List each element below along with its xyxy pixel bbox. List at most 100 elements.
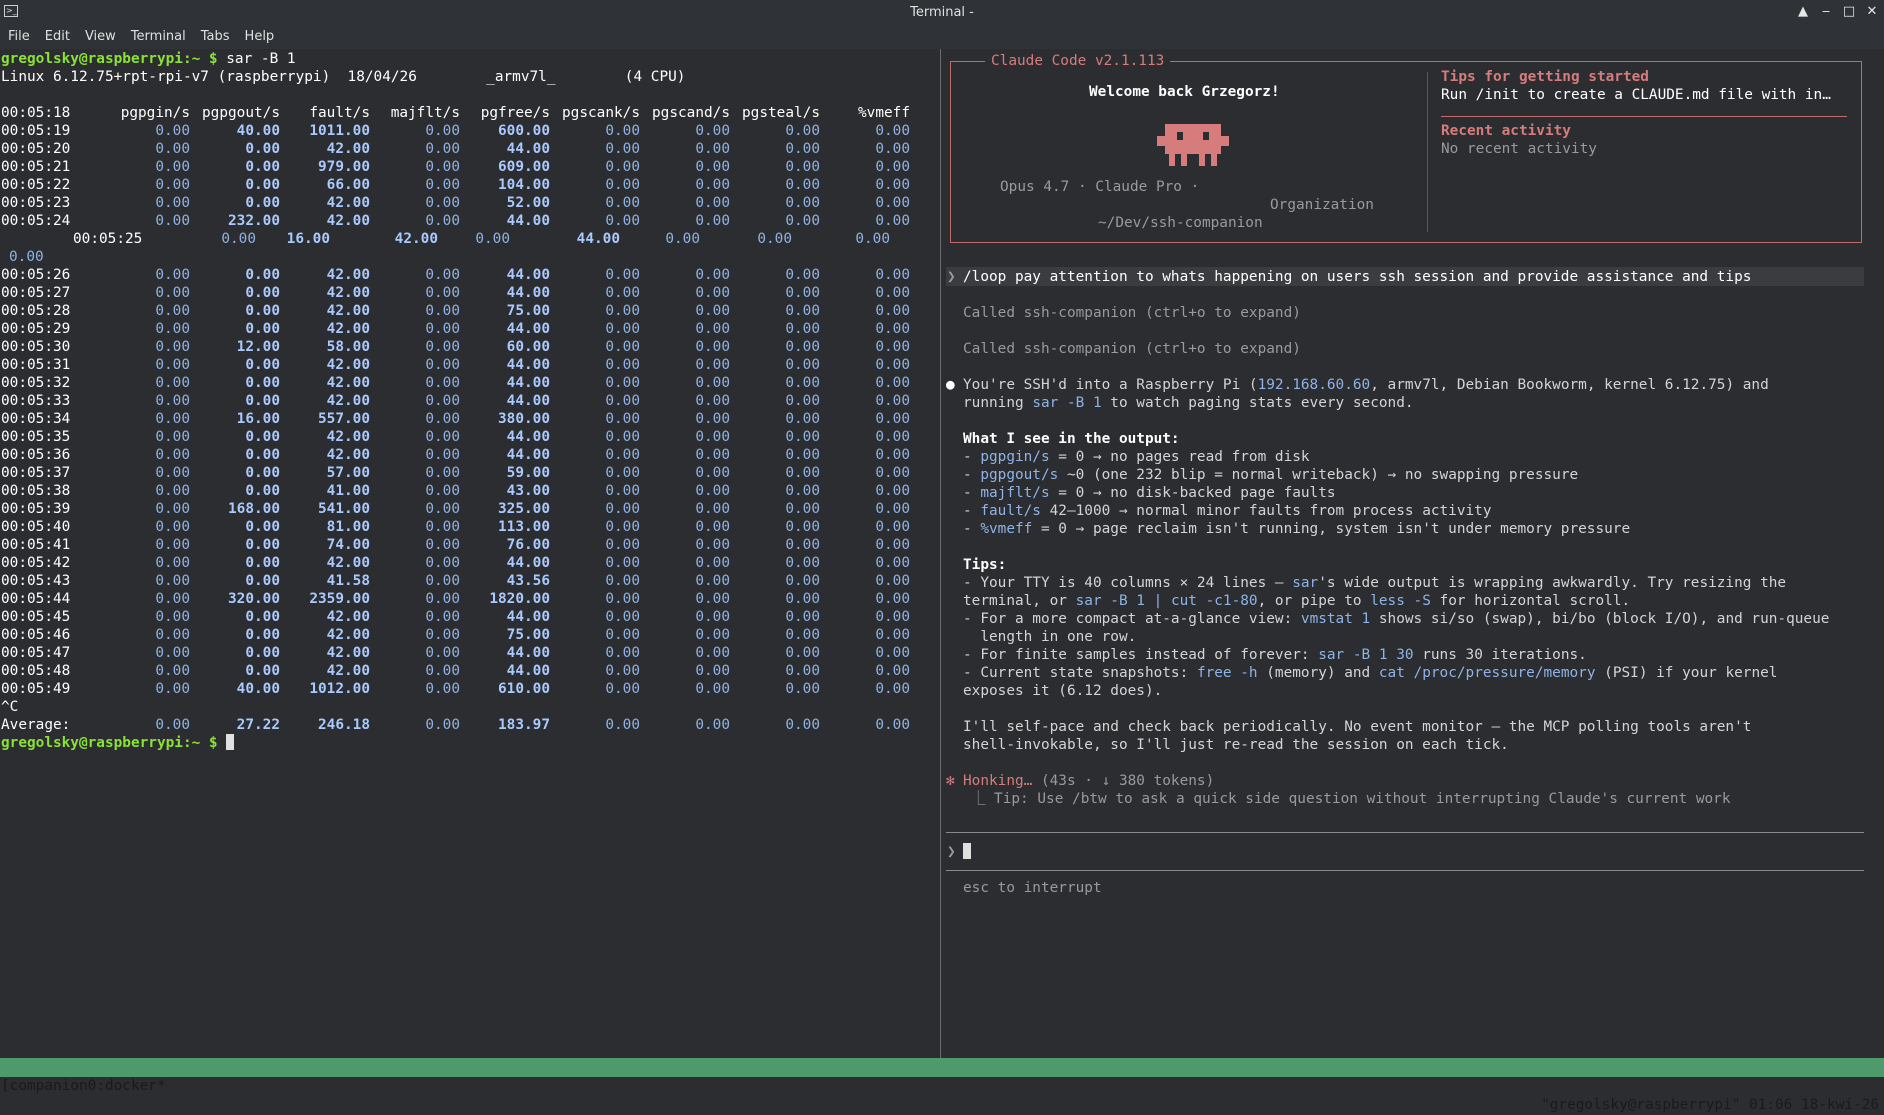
row-value: 0.00 — [785, 627, 820, 643]
row-value: 0.00 — [425, 195, 460, 211]
row-value: 0.00 — [155, 159, 190, 175]
menu-edit[interactable]: Edit — [37, 25, 77, 44]
row-value: 0.00 — [605, 213, 640, 229]
row-value: 0.00 — [605, 483, 640, 499]
row-value: 42.00 — [326, 609, 370, 625]
row-value: 0.00 — [695, 447, 730, 463]
row-value: 979.00 — [318, 159, 370, 175]
tmux-status-bar: [companion0:docker* "gregolsky@raspberry… — [0, 1058, 1884, 1113]
row-value: 52.00 — [506, 195, 550, 211]
row-value: 0.00 — [155, 573, 190, 589]
row-value: 0.00 — [785, 195, 820, 211]
status-left[interactable]: [companion0:docker* — [1, 1077, 166, 1096]
menu-tabs[interactable]: Tabs — [193, 25, 237, 44]
tool-call-1[interactable]: Called ssh-companion (ctrl+o to expand) — [963, 304, 1301, 322]
row-value: 0.00 — [245, 519, 280, 535]
wrapped-row-time: 00:05:25 — [73, 231, 143, 247]
menu-file[interactable]: File — [0, 25, 37, 44]
row-value: 541.00 — [318, 501, 370, 517]
row-value: 0.00 — [875, 681, 910, 697]
row-value: 0.00 — [605, 645, 640, 661]
row-value: 0.00 — [875, 303, 910, 319]
welcome-text: Welcome back Grzegorz! — [1089, 84, 1280, 100]
row-value: 0.00 — [425, 303, 460, 319]
cwd-line: ~/Dev/ssh-companion — [1098, 215, 1263, 231]
row-value: 0.00 — [695, 717, 730, 733]
keep-above-icon[interactable]: ▲ — [1795, 3, 1811, 21]
row-value: 0.00 — [875, 177, 910, 193]
row-value: 0.00 — [155, 465, 190, 481]
closing-2: shell-invokable, so I'll just re-read th… — [963, 737, 1509, 753]
row-value: 0.00 — [785, 591, 820, 607]
row-value: 0.00 — [605, 447, 640, 463]
row-time: 00:05:35 — [1, 429, 71, 445]
tip-2b: length in one row. — [963, 629, 1137, 645]
row-value: 42.00 — [326, 375, 370, 391]
row-value: 41.00 — [326, 483, 370, 499]
recent-text: No recent activity — [1441, 141, 1597, 157]
pane-divider[interactable] — [940, 49, 941, 1058]
row-value: 0.00 — [425, 573, 460, 589]
row-value: 0.00 — [875, 321, 910, 337]
shell-prompt: gregolsky@raspberrypi:~ $ — [1, 51, 218, 67]
user-prompt-text: /loop pay attention to whats happening o… — [963, 269, 1752, 285]
closing-1: I'll self-pace and check back periodical… — [963, 719, 1752, 735]
row-value: 104.00 — [498, 177, 550, 193]
row-value: 43.00 — [506, 483, 550, 499]
row-value: 0.00 — [245, 357, 280, 373]
row-time: 00:05:44 — [1, 591, 71, 607]
row-value: 40.00 — [236, 123, 280, 139]
model-line: Opus 4.7 · Claude Pro · — [1000, 179, 1200, 195]
row-value: 0.00 — [245, 663, 280, 679]
row-value: 44.00 — [506, 663, 550, 679]
menu-view[interactable]: View — [77, 25, 123, 44]
row-value: 0.00 — [425, 591, 460, 607]
row-value: 0.00 — [605, 663, 640, 679]
row-value: 0.00 — [695, 213, 730, 229]
row-value: 609.00 — [498, 159, 550, 175]
chat-input[interactable] — [963, 843, 971, 861]
row-value: 0.00 — [425, 609, 460, 625]
row-value: 0.00 — [785, 213, 820, 229]
sysinfo-line: Linux 6.12.75+rpt-rpi-v7 (raspberrypi) 1… — [1, 69, 686, 85]
maximize-icon[interactable]: □ — [1841, 3, 1857, 21]
row-value: 0.00 — [875, 123, 910, 139]
row-value: 0.00 — [875, 159, 910, 175]
row-value: 0.00 — [875, 411, 910, 427]
minimize-icon[interactable]: ‒ — [1818, 3, 1834, 21]
row-value: 0.00 — [785, 717, 820, 733]
row-value: 0.00 — [245, 141, 280, 157]
row-time: 00:05:43 — [1, 573, 71, 589]
row-value: 168.00 — [228, 501, 280, 517]
row-value: 0.00 — [155, 519, 190, 535]
row-value: 0.00 — [785, 411, 820, 427]
row-value: 0.00 — [425, 375, 460, 391]
row-value: 44.00 — [506, 267, 550, 283]
tool-call-2[interactable]: Called ssh-companion (ctrl+o to expand) — [963, 340, 1301, 358]
box-title: Claude Code v2.1.113 — [985, 52, 1171, 70]
row-value: 0.00 — [605, 303, 640, 319]
menu-help[interactable]: Help — [237, 25, 282, 44]
row-time: 00:05:31 — [1, 357, 71, 373]
row-value: 44.00 — [506, 285, 550, 301]
row-value: 43.56 — [506, 573, 550, 589]
menu-terminal[interactable]: Terminal — [123, 25, 193, 44]
row-value: 0.00 — [425, 393, 460, 409]
tips-title: Tips for getting started — [1441, 69, 1649, 85]
shell-prompt: gregolsky@raspberrypi:~ $ — [1, 735, 218, 751]
spinner-icon: ✻ — [946, 773, 955, 789]
row-value: 0.00 — [425, 717, 460, 733]
row-value: 0.00 — [695, 465, 730, 481]
row-value: 0.00 — [245, 177, 280, 193]
row-value: 0.00 — [425, 483, 460, 499]
tip-1: - Your TTY is 40 columns × 24 lines — sa… — [963, 575, 1787, 591]
row-value: 0.00 — [785, 645, 820, 661]
row-value: 0.00 — [875, 717, 910, 733]
row-value: 0.00 — [785, 573, 820, 589]
row-value: 0.00 — [245, 645, 280, 661]
close-icon[interactable]: ✕ — [1864, 3, 1880, 21]
row-value: 0.00 — [605, 393, 640, 409]
row-value: 0.00 — [785, 483, 820, 499]
tip-4: - Current state snapshots: free -h (memo… — [963, 665, 1778, 681]
see-heading: What I see in the output: — [963, 431, 1180, 447]
